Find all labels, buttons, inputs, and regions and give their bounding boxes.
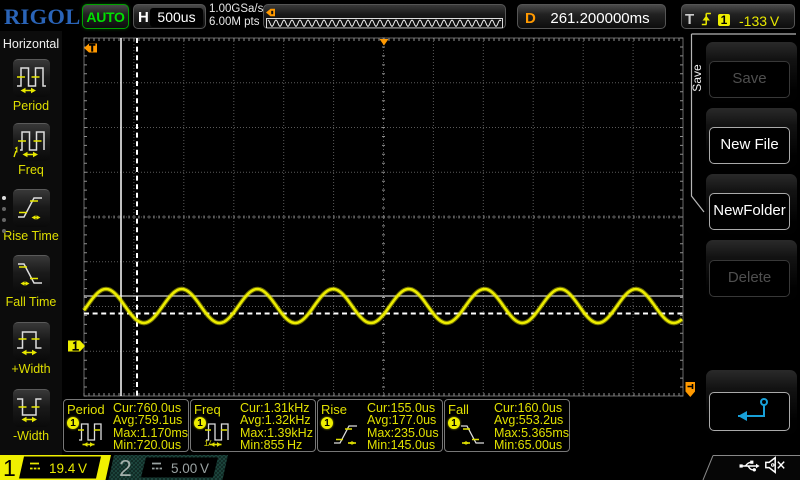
svg-text:19.4 V: 19.4 V [49,461,87,476]
svg-text:2: 2 [119,455,132,480]
svg-text:1/: 1/ [204,439,211,448]
svg-text:5.00 V: 5.00 V [171,461,209,476]
svg-text:1: 1 [3,455,16,480]
